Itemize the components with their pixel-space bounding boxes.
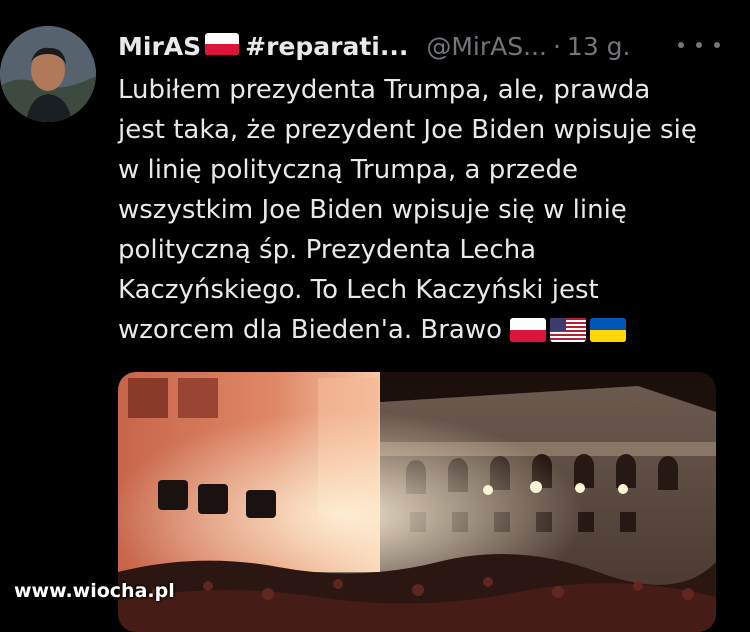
tweet-time[interactable]: 13 g.: [567, 32, 631, 61]
poland-flag-icon: [510, 318, 547, 342]
tweet-text: Lubiłem prezydenta Trumpa, ale, prawda j…: [118, 70, 697, 350]
tweet-text-line: polityczną śp. Prezydenta Lecha: [118, 235, 537, 265]
tweet-text-line: Lubiłem prezydenta Trumpa, ale, prawda: [118, 75, 651, 105]
tweet-text-line: wszystkim Joe Biden wpisuje się w linię: [118, 195, 627, 225]
avatar[interactable]: [0, 26, 96, 122]
flag-emojis: [510, 318, 627, 342]
tweet-header: MirAS #reparati... @MirAS... · 13 g.: [118, 26, 631, 66]
tweet-text-line: w linię polityczną Trumpa, a przede: [118, 155, 579, 185]
ukraine-flag-icon: [590, 318, 627, 342]
tweet-text-line-last: wzorcem dla Bieden'a. Brawo: [118, 310, 678, 350]
author-handle[interactable]: @MirAS...: [426, 32, 547, 61]
usa-flag-icon: [550, 318, 587, 342]
avatar-photo: [0, 26, 96, 122]
separator: ·: [552, 31, 561, 61]
watermark: www.wiocha.pl: [14, 580, 175, 602]
more-options-icon[interactable]: [678, 30, 720, 60]
tweet[interactable]: MirAS #reparati... @MirAS... · 13 g. Lub…: [0, 0, 750, 632]
author-hashtag[interactable]: #reparati...: [245, 32, 408, 61]
tweet-text-line: wzorcem dla Bieden'a. Brawo: [118, 315, 503, 345]
author-name[interactable]: MirAS: [118, 32, 201, 61]
video-thumbnail[interactable]: [118, 372, 716, 632]
video-frame-image: [118, 372, 716, 632]
tweet-text-line: Kaczyńskiego. To Lech Kaczyński jest: [118, 275, 599, 305]
poland-flag-icon: [205, 32, 240, 61]
tweet-text-line: jest taka, że prezydent Joe Biden wpisuj…: [118, 115, 697, 145]
